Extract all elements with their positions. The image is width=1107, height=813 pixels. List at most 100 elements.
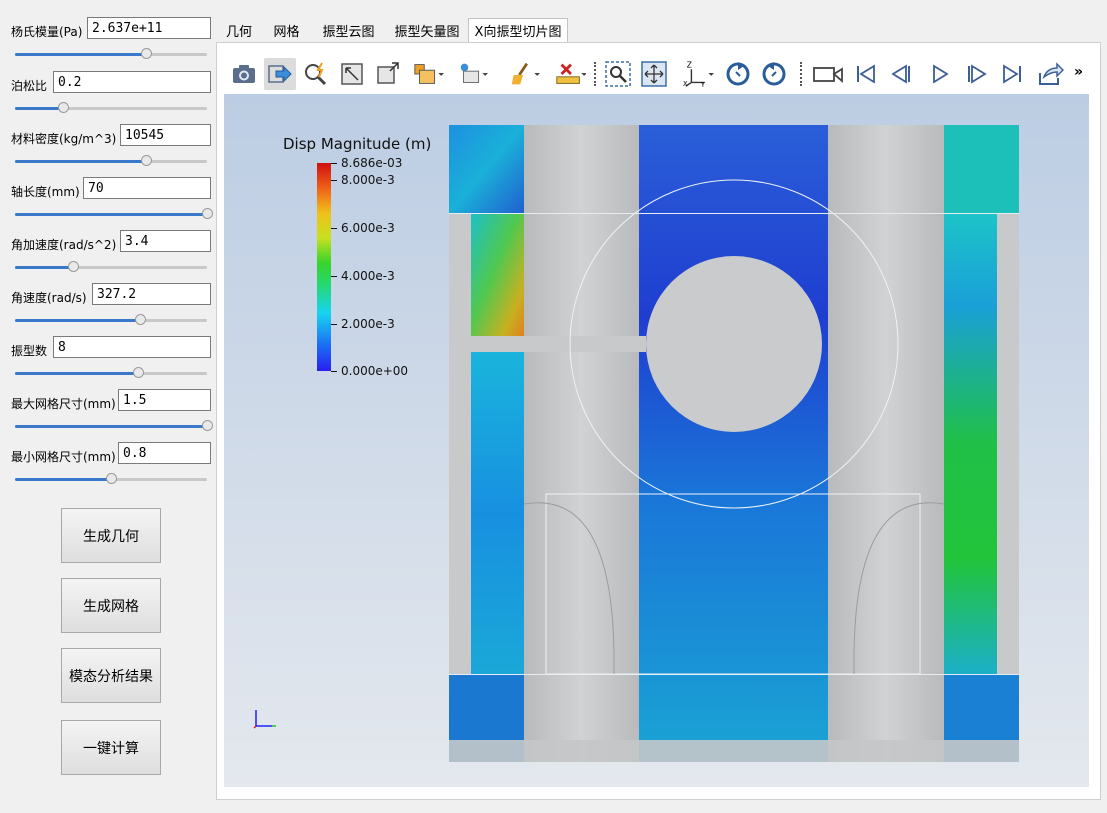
tab[interactable]: 振型云图 (311, 18, 386, 42)
first-frame-icon[interactable] (850, 58, 882, 90)
colorbar-tick-label: 4.000e-3 (341, 269, 395, 283)
colorbar-tick (331, 228, 337, 229)
param-label: 振型数 (11, 344, 48, 358)
colorbar-tick-label: 6.000e-3 (341, 221, 395, 235)
param-slider[interactable] (15, 208, 213, 219)
rotate-ccw-icon[interactable] (722, 58, 754, 90)
ruler-icon[interactable] (554, 58, 586, 90)
slider-handle[interactable] (106, 473, 117, 484)
param-label: 角加速度(rad/s^2) (11, 238, 117, 252)
slider-handle[interactable] (140, 48, 152, 59)
param-slider[interactable] (15, 367, 207, 378)
param-input[interactable]: 327.2 (92, 283, 211, 305)
param-input[interactable]: 1.5 (118, 389, 211, 411)
reset-camera-icon[interactable] (336, 58, 368, 90)
param-row: 最小网格尺寸(mm) 0.8 (0, 442, 215, 495)
tab[interactable]: 几何 (216, 18, 262, 42)
slider-fill (15, 425, 207, 428)
param-slider[interactable] (15, 261, 207, 272)
colorbar-tick (331, 276, 337, 277)
slider-handle[interactable] (134, 314, 146, 325)
slider-handle[interactable] (202, 420, 213, 431)
zoom-to-box-icon[interactable] (372, 58, 404, 90)
colorbar-tick (331, 163, 337, 164)
svg-text:Y: Y (700, 81, 706, 89)
interact-mode-icon[interactable] (264, 58, 296, 90)
slider-fill (15, 160, 146, 163)
previous-frame-icon[interactable] (886, 58, 918, 90)
param-slider[interactable] (15, 155, 207, 166)
param-row: 杨氏模量(Pa) 2.637e+11 (0, 17, 215, 70)
toolbar-overflow-button[interactable]: » (1074, 64, 1083, 80)
representation-icon[interactable] (412, 58, 444, 90)
generate-mesh-button[interactable]: 生成网格 (61, 578, 161, 633)
param-row: 角加速度(rad/s^2) 3.4 (0, 230, 215, 283)
zoom-region-icon[interactable] (602, 58, 634, 90)
param-input[interactable]: 2.637e+11 (87, 17, 211, 39)
fit-view-icon[interactable] (638, 58, 670, 90)
param-row: 材料密度(kg/m^3) 10545 (0, 124, 215, 177)
colorbar-tick (331, 371, 337, 372)
param-input[interactable]: 0.8 (118, 442, 211, 464)
tab[interactable]: X向振型切片图 (468, 18, 568, 42)
param-row: 泊松比 0.2 (0, 71, 215, 124)
param-input[interactable]: 3.4 (120, 230, 211, 252)
one-click-compute-button[interactable]: 一键计算 (61, 720, 161, 775)
toolbar-separator (594, 62, 598, 86)
param-slider[interactable] (15, 314, 207, 325)
slider-handle[interactable] (58, 102, 69, 113)
param-label: 最小网格尺寸(mm) (11, 450, 116, 464)
param-slider[interactable] (15, 102, 207, 113)
camera-icon[interactable] (228, 58, 260, 90)
param-label: 杨氏模量(Pa) (11, 25, 83, 39)
param-label: 最大网格尺寸(mm) (11, 397, 116, 411)
last-frame-icon[interactable] (996, 58, 1028, 90)
slider-handle[interactable] (132, 367, 144, 378)
rotate-cw-icon[interactable] (758, 58, 790, 90)
surface-icon[interactable] (456, 58, 488, 90)
param-row: 最大网格尺寸(mm) 1.5 (0, 389, 215, 442)
colorbar-scale (317, 163, 331, 371)
param-row: 轴长度(mm) 70 (0, 177, 215, 230)
param-label: 轴长度(mm) (11, 185, 80, 199)
colorbar-title: Disp Magnitude (m) (283, 135, 432, 153)
axes-icon[interactable]: Z X Y (682, 58, 714, 90)
slider-handle[interactable] (67, 261, 79, 272)
param-row: 振型数 8 (0, 336, 215, 389)
slider-fill (15, 478, 111, 481)
svg-text:Z: Z (687, 60, 692, 69)
play-icon[interactable] (924, 58, 956, 90)
select-points-icon[interactable] (300, 58, 332, 90)
slider-fill (15, 266, 73, 269)
export-icon[interactable] (1034, 58, 1066, 90)
param-row: 角速度(rad/s) 327.2 (0, 283, 215, 336)
svg-text:X: X (683, 80, 688, 88)
param-slider[interactable] (15, 420, 213, 431)
param-input[interactable]: 10545 (120, 124, 211, 146)
colorbar-tick-label: 0.000e+00 (341, 364, 409, 378)
colorbar-max-label: 8.686e-03 (341, 156, 403, 170)
param-label: 泊松比 (11, 79, 48, 93)
param-input[interactable]: 0.2 (53, 71, 211, 93)
video-camera-icon[interactable] (812, 58, 844, 90)
param-input[interactable]: 8 (53, 336, 211, 358)
tab[interactable]: 振型矢量图 (386, 18, 468, 42)
param-slider[interactable] (15, 473, 207, 484)
param-label: 角速度(rad/s) (11, 291, 87, 305)
slider-handle[interactable] (140, 155, 152, 166)
render-view[interactable]: Disp Magnitude (m) 8.686e-03 8.000e-3 6.… (224, 94, 1089, 787)
slider-fill (15, 319, 140, 322)
modal-results-button[interactable]: 模态分析结果 (61, 648, 161, 703)
toolbar: Z X Y » (224, 54, 1094, 94)
slider-fill (15, 213, 207, 216)
slider-handle[interactable] (202, 208, 213, 219)
param-input[interactable]: 70 (83, 177, 211, 199)
param-slider[interactable] (15, 48, 207, 59)
colorbar-tick (331, 324, 337, 325)
next-frame-icon[interactable] (960, 58, 992, 90)
colorbar-tick-label: 8.000e-3 (341, 173, 395, 187)
clear-icon[interactable] (508, 58, 540, 90)
tab[interactable]: 网格 (262, 18, 311, 42)
toolbar-separator (800, 62, 804, 86)
generate-geometry-button[interactable]: 生成几何 (61, 508, 161, 563)
